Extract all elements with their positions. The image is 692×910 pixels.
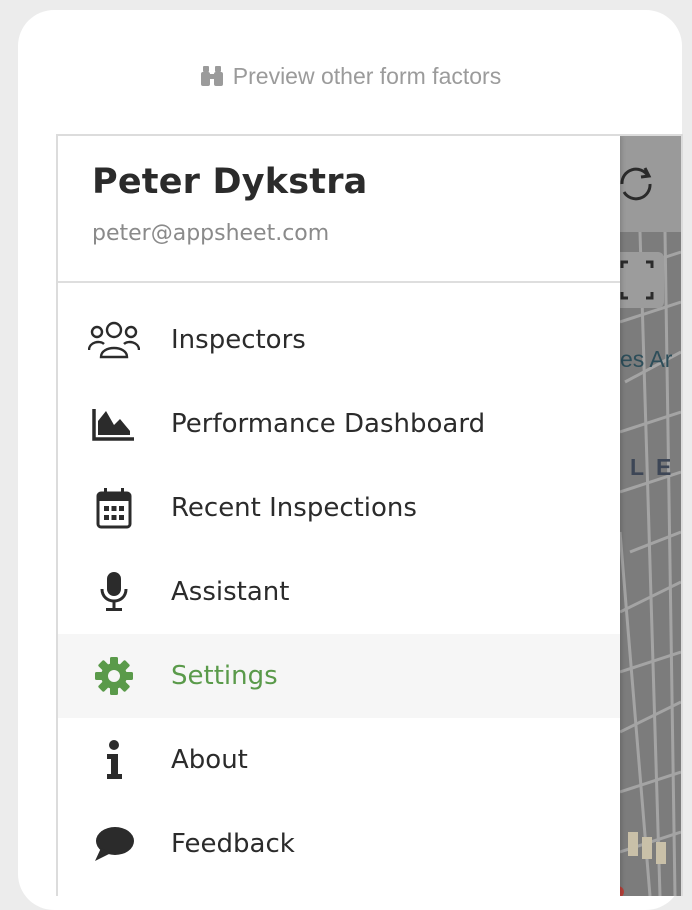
preview-label: Preview other form factors	[232, 62, 502, 89]
user-name: Peter Dykstra	[92, 162, 368, 202]
menu-item-label: Performance Dashboard	[171, 409, 486, 439]
device-frame: es Ar L E Peter Dykstra peter@appsheet.c…	[56, 134, 683, 896]
map-streets	[620, 232, 681, 896]
navigation-drawer: Peter Dykstra peter@appsheet.com Inspect…	[58, 136, 620, 896]
drawer-menu: Inspectors Performance Dashboard Recent …	[58, 298, 620, 886]
map-header-bar	[620, 136, 681, 232]
map-place-label: es Ar	[620, 346, 673, 372]
users-icon	[88, 318, 140, 362]
info-icon	[88, 738, 140, 782]
drawer-header: Peter Dykstra peter@appsheet.com	[58, 136, 620, 283]
menu-item-label: Recent Inspections	[171, 493, 417, 523]
menu-item-recent-inspections[interactable]: Recent Inspections	[58, 466, 620, 550]
menu-item-label: Settings	[171, 661, 278, 691]
calendar-icon	[88, 486, 140, 530]
preview-card: Preview other form factors es Ar L E Pet…	[18, 10, 683, 910]
menu-item-about[interactable]: About	[58, 718, 620, 802]
fullscreen-icon[interactable]	[620, 252, 664, 308]
menu-item-label: Feedback	[171, 829, 295, 859]
menu-item-feedback[interactable]: Feedback	[58, 802, 620, 886]
menu-item-performance-dashboard[interactable]: Performance Dashboard	[58, 382, 620, 466]
menu-item-assistant[interactable]: Assistant	[58, 550, 620, 634]
user-email: peter@appsheet.com	[92, 221, 330, 246]
menu-item-label: About	[171, 745, 248, 775]
area-chart-icon	[88, 402, 140, 446]
binoculars-icon	[199, 65, 225, 87]
preview-form-factors-link[interactable]: Preview other form factors	[18, 60, 682, 92]
menu-item-inspectors[interactable]: Inspectors	[58, 298, 620, 382]
map-area-label: L E	[630, 454, 675, 480]
gear-icon	[88, 654, 140, 698]
map-view[interactable]: es Ar L E	[620, 136, 681, 896]
menu-item-label: Assistant	[171, 577, 290, 607]
menu-item-label: Inspectors	[171, 325, 306, 355]
speech-bubble-icon	[88, 822, 140, 866]
menu-item-settings[interactable]: Settings	[58, 634, 620, 718]
refresh-icon[interactable]	[620, 160, 660, 208]
microphone-icon	[88, 570, 140, 614]
